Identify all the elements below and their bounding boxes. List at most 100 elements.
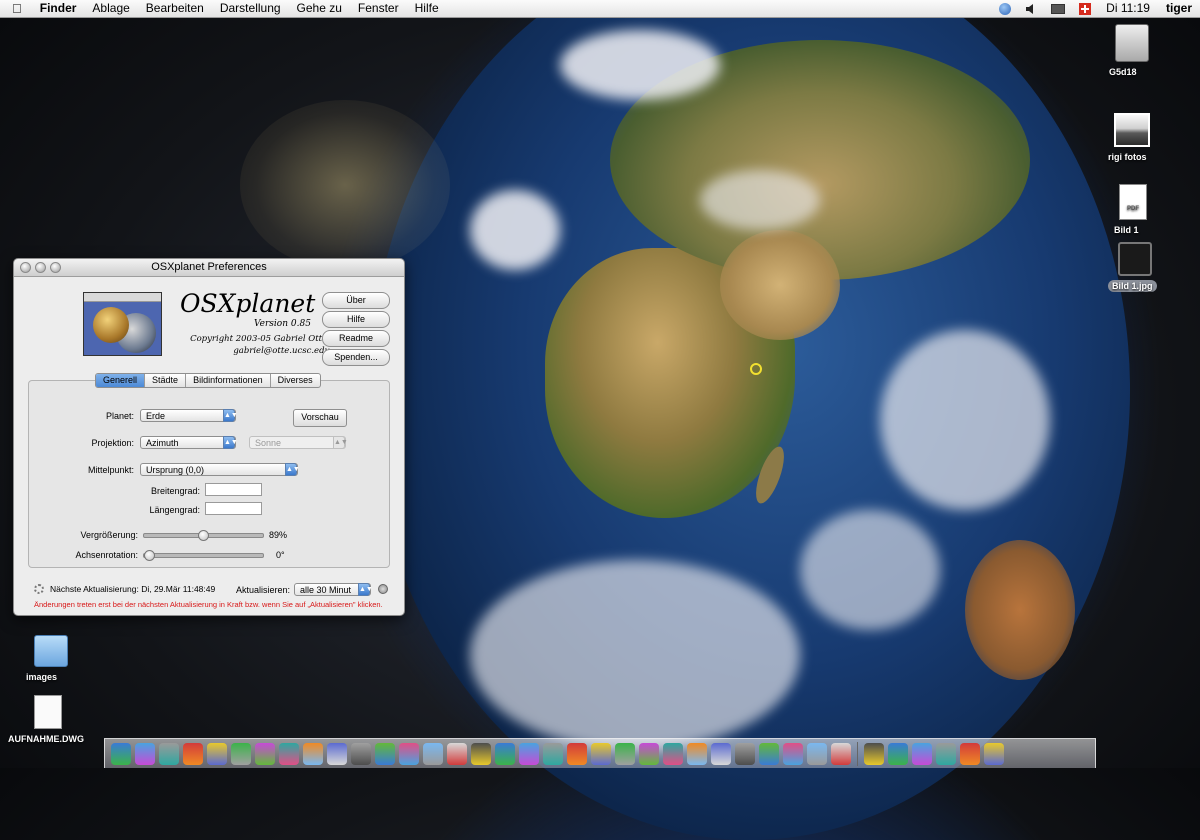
apple-menu-icon[interactable]:  (0, 0, 32, 17)
dock-app-icon[interactable] (888, 742, 908, 765)
desktop-icon-g5d18[interactable]: G5d18 (1105, 24, 1159, 77)
document-icon (34, 695, 62, 729)
longitude-field[interactable] (205, 502, 262, 515)
desktop-icon-aufnahme-dwg[interactable]: AUFNAHME.DWG (4, 695, 92, 744)
notice-text: Änderungen treten erst bei der nächsten … (34, 600, 383, 609)
dock-app-icon[interactable] (543, 742, 563, 765)
menu-gehe-zu[interactable]: Gehe zu (289, 0, 350, 17)
dock-app-icon[interactable] (399, 742, 419, 765)
menubar-clock[interactable]: Di 11:19 (1098, 0, 1158, 17)
menu-bar:  Finder Ablage Bearbeiten Darstellung G… (0, 0, 1200, 18)
cloud (880, 330, 1050, 510)
latitude-label: Breitengrad: (150, 486, 200, 496)
preview-button[interactable]: Vorschau (293, 409, 347, 427)
minimize-button[interactable] (35, 262, 46, 273)
dock-app-icon[interactable] (255, 742, 275, 765)
window-title: OSXplanet Preferences (151, 261, 267, 273)
folder-icon (34, 635, 68, 667)
popup-arrows-icon: ▲▼ (223, 436, 238, 449)
planet-label: Planet: (105, 411, 134, 421)
desktop-icon-bild-1[interactable]: PDF Bild 1 (1110, 184, 1156, 235)
tab-staedte[interactable]: Städte (145, 374, 187, 387)
copyright: Copyright 2003-05 Gabriel Otte- gabriel@… (190, 334, 330, 356)
rotation-slider[interactable] (143, 550, 264, 561)
tab-diverses[interactable]: Diverses (271, 374, 320, 387)
desktop-icon-bild-1-jpg[interactable]: Bild 1.jpg (1108, 242, 1162, 292)
zoom-button[interactable] (50, 262, 61, 273)
dock-app-icon[interactable] (831, 742, 851, 765)
dock-app-icon[interactable] (783, 742, 803, 765)
menu-hilfe[interactable]: Hilfe (407, 0, 447, 17)
close-button[interactable] (20, 262, 31, 273)
dock-app-icon[interactable] (423, 742, 443, 765)
finder-icon[interactable] (111, 742, 131, 765)
longitude-label: Längengrad: (149, 505, 200, 515)
dock-app-icon[interactable] (807, 742, 827, 765)
update-interval-select[interactable]: alle 30 Minut ▲▼ (294, 583, 373, 596)
dock-separator (857, 741, 858, 766)
dock-app-icon[interactable] (375, 742, 395, 765)
trash-icon[interactable] (984, 742, 1004, 765)
dock-app-icon[interactable] (615, 742, 635, 765)
cloud (700, 170, 820, 230)
zoom-slider-knob[interactable] (198, 530, 209, 541)
menubar-user[interactable]: tiger (1158, 0, 1200, 17)
menu-bearbeiten[interactable]: Bearbeiten (138, 0, 212, 17)
popup-arrows-icon: ▲▼ (358, 583, 373, 596)
desktop-icon-images[interactable]: images (22, 635, 80, 682)
dock-app-icon[interactable] (759, 742, 779, 765)
network-globe-icon[interactable] (999, 2, 1012, 15)
about-button[interactable]: Über (322, 292, 390, 309)
refresh-icon[interactable] (378, 584, 388, 594)
latitude-field[interactable] (205, 483, 262, 496)
window-titlebar[interactable]: OSXplanet Preferences (14, 259, 404, 277)
dock-app-icon[interactable] (207, 742, 227, 765)
center-label: Mittelpunkt: (87, 465, 134, 475)
dock-app-icon[interactable] (303, 742, 323, 765)
menu-app-finder[interactable]: Finder (32, 0, 85, 17)
rotation-value: 0° (276, 550, 285, 560)
dock-app-icon[interactable] (183, 742, 203, 765)
projection-select[interactable]: Azimuth ▲▼ (140, 436, 238, 449)
image-file-icon (1114, 113, 1150, 147)
menu-darstellung[interactable]: Darstellung (212, 0, 289, 17)
popup-arrows-icon: ▲▼ (223, 409, 238, 422)
help-button[interactable]: Hilfe (322, 311, 390, 328)
dock-app-icon[interactable] (231, 742, 251, 765)
dock-app-icon[interactable] (159, 742, 179, 765)
dock-app-icon[interactable] (519, 742, 539, 765)
rotation-slider-knob[interactable] (144, 550, 155, 561)
display-icon[interactable] (1051, 3, 1066, 14)
menu-fenster[interactable]: Fenster (350, 0, 407, 17)
zoom-slider[interactable] (143, 530, 264, 541)
dock-app-icon[interactable] (495, 742, 515, 765)
volume-icon[interactable] (1025, 3, 1037, 15)
dock-app-icon[interactable] (936, 742, 956, 765)
donate-button[interactable]: Spenden... (322, 349, 390, 366)
readme-button[interactable]: Readme (322, 330, 390, 347)
dock-app-icon[interactable] (351, 742, 371, 765)
dock-app-icon[interactable] (960, 742, 980, 765)
center-select[interactable]: Ursprung (0,0) ▲▼ (140, 463, 300, 476)
dock-app-icon[interactable] (711, 742, 731, 765)
tab-generell[interactable]: Generell (96, 374, 146, 387)
dock-app-icon[interactable] (567, 742, 587, 765)
dock-app-icon[interactable] (135, 742, 155, 765)
dock-app-icon[interactable] (687, 742, 707, 765)
dock-app-icon[interactable] (447, 742, 467, 765)
dock-app-icon[interactable] (279, 742, 299, 765)
desktop-icon-rigi-fotos[interactable]: rigi fotos (1104, 113, 1160, 162)
menu-ablage[interactable]: Ablage (84, 0, 137, 17)
dock-app-icon[interactable] (639, 742, 659, 765)
dock-app-icon[interactable] (912, 742, 932, 765)
dock-app-icon[interactable] (591, 742, 611, 765)
dock-app-icon[interactable] (327, 742, 347, 765)
swiss-flag-icon[interactable] (1079, 2, 1092, 15)
dock-app-icon[interactable] (864, 742, 884, 765)
dock-app-icon[interactable] (663, 742, 683, 765)
next-update-status: Nächste Aktualisierung: Di, 29.Mär 11:48… (50, 584, 216, 594)
dock-app-icon[interactable] (471, 742, 491, 765)
dock-app-icon[interactable] (735, 742, 755, 765)
tab-bildinformationen[interactable]: Bildinformationen (186, 374, 271, 387)
planet-select[interactable]: Erde ▲▼ (140, 409, 238, 422)
